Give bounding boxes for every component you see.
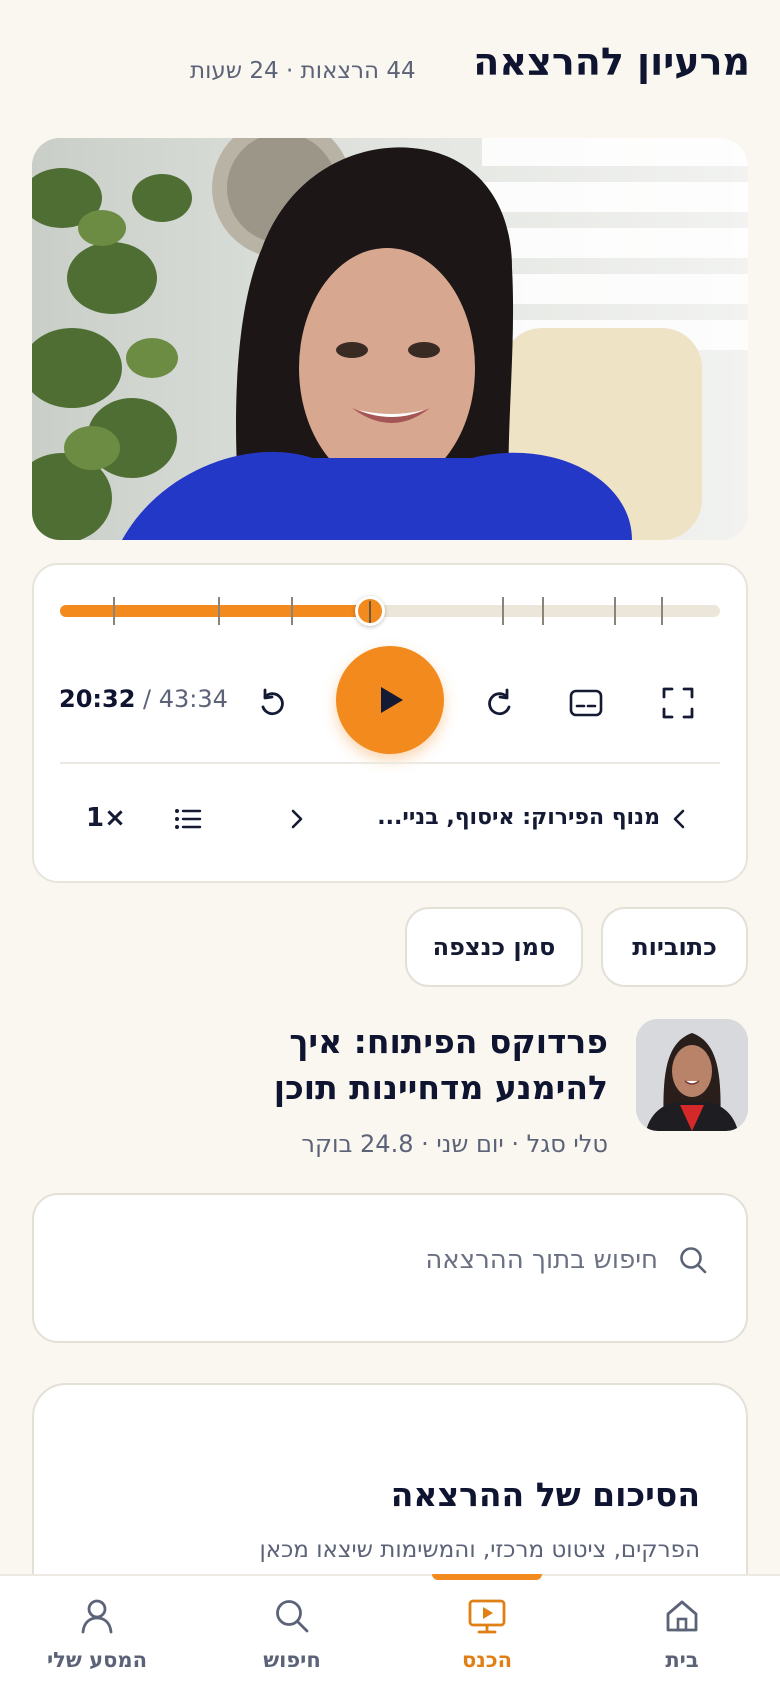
fullscreen-button[interactable] [658, 683, 698, 723]
chevron-left-icon [673, 809, 685, 829]
chapter-mark [660, 597, 663, 625]
user-icon [78, 1596, 116, 1636]
forward-button[interactable] [480, 683, 520, 723]
play-button[interactable] [336, 646, 444, 754]
speed-button[interactable]: 1× [86, 803, 126, 833]
lecture-meta: טלי סגל · יום שני · 24.8 בוקר [301, 1130, 608, 1158]
search-icon [273, 1596, 311, 1636]
rewind-button[interactable] [252, 683, 292, 723]
chevron-right-icon [291, 809, 303, 829]
bottom-nav: בית הכנס חיפוש המסע שלי [0, 1574, 780, 1688]
search-icon [678, 1245, 708, 1279]
speaker-avatar [636, 1019, 748, 1131]
search-placeholder: חיפוש בתוך ההרצאה [425, 1245, 658, 1275]
player-controls: 20:32 / 43:34 1× מנוף הפירוק: איסוף, בני… [32, 563, 748, 883]
summary-subtitle: הפרקים, ציטוט מרכזי, והמשימות שיצאו מכאן [259, 1537, 700, 1563]
conference-icon [467, 1596, 507, 1636]
chapter-mark [218, 597, 221, 625]
chapter-mark [541, 597, 544, 625]
captions-button[interactable] [566, 683, 606, 723]
chapter-mark [112, 597, 115, 625]
fullscreen-icon [662, 687, 694, 719]
speaker-video-frame [32, 138, 748, 540]
lecture-search-input[interactable]: חיפוש בתוך ההרצאה [32, 1193, 748, 1343]
nav-item-home[interactable]: בית [602, 1576, 762, 1688]
chapter-mark [502, 597, 505, 625]
lecture-title: פרדוקס הפיתוח: איך להימנע מדחיינות תוכן [273, 1022, 608, 1107]
chapters-list-button[interactable] [170, 801, 206, 837]
chapter-title: מנוף הפירוק: איסוף, בניי... [377, 805, 660, 830]
summary-title: הסיכום של ההרצאה [390, 1475, 700, 1514]
chapter-mark [614, 597, 617, 625]
page-title: מרעיון להרצאה [473, 40, 750, 84]
previous-chapter-button[interactable] [664, 801, 694, 837]
captions-icon [569, 689, 603, 717]
list-icon [175, 809, 202, 829]
controls-divider [60, 762, 720, 764]
nav-label: בית [665, 1648, 699, 1672]
nav-label: המסע שלי [46, 1648, 147, 1672]
progress-knob[interactable] [355, 596, 386, 626]
next-chapter-button[interactable] [282, 801, 312, 837]
subtitles-button[interactable]: כתוביות [601, 907, 748, 987]
page-meta: 44 הרצאות · 24 שעות [190, 58, 416, 84]
progress-track[interactable] [60, 596, 720, 626]
nav-item-my-journey[interactable]: המסע שלי [17, 1576, 177, 1688]
nav-item-search[interactable]: חיפוש [212, 1576, 372, 1688]
rewind-icon [261, 688, 284, 716]
forward-icon [488, 688, 511, 716]
time-display: 20:32 / 43:34 [59, 685, 228, 713]
nav-label: הכנס [461, 1648, 513, 1672]
progress-fill [60, 605, 371, 617]
total-time: / 43:34 [143, 685, 228, 713]
nav-label: חיפוש [263, 1648, 321, 1672]
mark-watched-button[interactable]: סמן כנצפה [405, 907, 583, 987]
play-icon [381, 687, 403, 713]
current-time: 20:32 [59, 685, 136, 713]
nav-item-conference[interactable]: הכנס [407, 1576, 567, 1688]
video-player[interactable] [32, 138, 748, 540]
home-icon [663, 1596, 701, 1636]
chapter-mark [291, 597, 293, 625]
